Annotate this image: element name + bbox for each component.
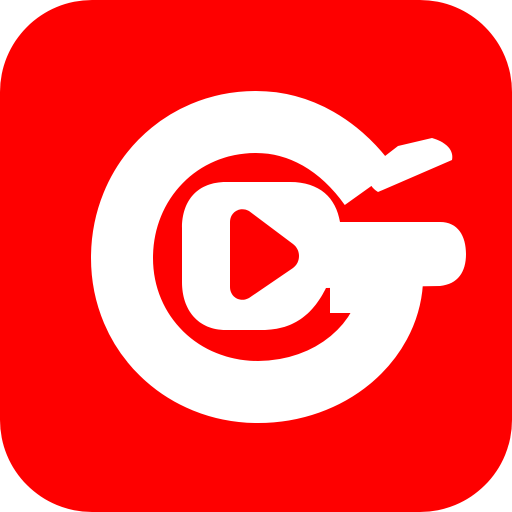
app-icon <box>0 0 512 512</box>
icon-canvas <box>0 0 512 512</box>
app-icon-graphic <box>0 0 512 512</box>
